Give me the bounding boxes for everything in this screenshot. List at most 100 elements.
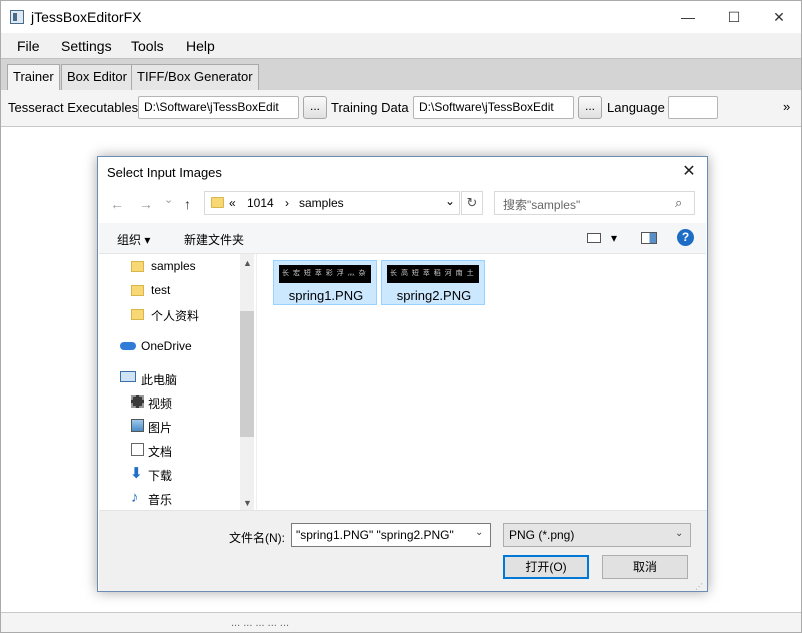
- file-list[interactable]: 长 宏 短 萃 彩 浮 灬 杂 spring1.PNG 长 高 短 萃 稻 河 …: [256, 254, 707, 510]
- nav-item-pictures[interactable]: 图片: [99, 416, 239, 438]
- nav-item-videos[interactable]: 视频: [99, 392, 239, 414]
- search-icon[interactable]: ⌕: [675, 195, 682, 211]
- status-bar: ... ... ... ... ...: [1, 612, 801, 632]
- language-field[interactable]: [668, 96, 718, 119]
- cloud-icon: [120, 342, 136, 350]
- address-overflow-icon[interactable]: «: [229, 196, 236, 210]
- scroll-down-icon[interactable]: ▼: [243, 498, 252, 508]
- file-name: spring1.PNG: [288, 288, 364, 303]
- address-bar[interactable]: « 1014 › samples ⌄: [204, 191, 460, 215]
- nav-item-music[interactable]: ♪ 音乐: [99, 488, 239, 510]
- dialog-title: Select Input Images: [107, 165, 222, 180]
- maximize-button[interactable]: ☐: [711, 1, 757, 33]
- computer-icon: [120, 371, 136, 382]
- nav-item-label: 个人资料: [151, 309, 200, 323]
- view-mode-dropdown-icon[interactable]: ▾: [611, 231, 617, 245]
- close-button[interactable]: ✕: [756, 1, 802, 33]
- browse-training-data-button[interactable]: ...: [578, 96, 602, 119]
- nav-item-label: 此电脑: [141, 373, 178, 387]
- search-input[interactable]: 搜索"samples" ⌕: [494, 191, 695, 215]
- nav-item-onedrive[interactable]: OneDrive: [99, 336, 239, 358]
- dialog-footer: 文件名(N): "spring1.PNG" "spring2.PNG" ⌄ PN…: [99, 510, 707, 591]
- minimize-button[interactable]: —: [665, 1, 711, 33]
- image-thumbnail: 长 宏 短 萃 彩 浮 灬 杂: [279, 265, 371, 283]
- cancel-button[interactable]: 取消: [602, 555, 688, 579]
- search-placeholder: 搜索"samples": [503, 198, 581, 212]
- menu-bar: File Settings Tools Help: [1, 33, 801, 58]
- file-type-dropdown-icon[interactable]: ⌄: [675, 528, 683, 539]
- back-arrow-icon[interactable]: ←: [110, 196, 124, 212]
- toolbar-overflow-icon[interactable]: »: [783, 99, 790, 114]
- refresh-icon[interactable]: ↻: [461, 191, 483, 215]
- breadcrumb-separator-icon: ›: [285, 196, 289, 210]
- address-dropdown-icon[interactable]: ⌄: [445, 194, 455, 208]
- command-bar: 组织 ▾ 新建文件夹 ▾ ?: [99, 223, 706, 254]
- scroll-up-icon[interactable]: ▲: [243, 258, 252, 268]
- download-icon: ⬇: [130, 465, 143, 482]
- music-icon: ♪: [131, 489, 139, 506]
- file-item-spring2[interactable]: 长 高 短 萃 稻 河 南 土 spring2.PNG: [381, 260, 485, 305]
- menu-settings[interactable]: Settings: [61, 38, 112, 54]
- nav-scrollbar[interactable]: ▲ ▼: [240, 254, 254, 510]
- filename-label: 文件名(N):: [229, 531, 285, 545]
- file-item-spring1[interactable]: 长 宏 短 萃 彩 浮 灬 杂 spring1.PNG: [273, 260, 377, 305]
- app-icon: [10, 10, 24, 24]
- folder-icon: [131, 261, 144, 272]
- file-type-select[interactable]: PNG (*.png): [503, 523, 691, 547]
- tab-bar: Trainer Box Editor TIFF/Box Generator: [1, 58, 801, 90]
- menu-file[interactable]: File: [17, 38, 40, 54]
- browse-executables-button[interactable]: ...: [303, 96, 327, 119]
- nav-item-personal[interactable]: 个人资料: [99, 304, 239, 326]
- forward-arrow-icon[interactable]: →: [139, 196, 153, 212]
- tab-box-editor[interactable]: Box Editor: [61, 64, 133, 90]
- folder-icon: [211, 197, 224, 208]
- folder-icon: [131, 285, 144, 296]
- nav-item-test[interactable]: test: [99, 280, 239, 302]
- breadcrumb-samples[interactable]: samples: [299, 196, 344, 210]
- trainer-toolbar: Tesseract Executables D:\Software\jTessB…: [1, 90, 801, 127]
- help-icon[interactable]: ?: [677, 229, 694, 246]
- breadcrumb-1014[interactable]: 1014: [247, 196, 274, 210]
- dialog-close-icon[interactable]: ✕: [676, 161, 702, 183]
- resize-grip-icon[interactable]: ⋰: [695, 582, 703, 591]
- up-arrow-icon[interactable]: ↑: [184, 196, 191, 212]
- preview-pane-icon[interactable]: [641, 232, 657, 244]
- tab-trainer[interactable]: Trainer: [7, 64, 60, 90]
- tab-tiff-box-generator[interactable]: TIFF/Box Generator: [131, 64, 259, 90]
- new-folder-button[interactable]: 新建文件夹: [184, 231, 244, 248]
- nav-item-this-pc[interactable]: 此电脑: [99, 368, 239, 390]
- video-icon: [131, 395, 144, 408]
- window-title: jTessBoxEditorFX: [31, 9, 142, 25]
- nav-item-label: 视频: [148, 397, 173, 411]
- menu-help[interactable]: Help: [186, 38, 215, 54]
- menu-tools[interactable]: Tools: [131, 38, 164, 54]
- nav-item-downloads[interactable]: ⬇ 下载: [99, 464, 239, 486]
- navigation-pane: samples test 个人资料 OneDrive 此电脑 视频 图片 文档: [99, 254, 256, 510]
- nav-item-label: test: [151, 283, 171, 297]
- picture-icon: [131, 419, 144, 432]
- nav-item-samples[interactable]: samples: [99, 256, 239, 278]
- training-data-label: Training Data: [331, 100, 409, 115]
- title-bar: jTessBoxEditorFX — ☐ ✕: [1, 1, 801, 33]
- tesseract-executables-field[interactable]: D:\Software\jTessBoxEdit: [138, 96, 299, 119]
- nav-item-label: 文档: [148, 445, 173, 459]
- nav-item-label: 下载: [148, 469, 173, 483]
- image-thumbnail: 长 高 短 萃 稻 河 南 土: [387, 265, 479, 283]
- open-button[interactable]: 打开(O): [503, 555, 589, 579]
- training-data-field[interactable]: D:\Software\jTessBoxEdit: [413, 96, 574, 119]
- folder-icon: [131, 309, 144, 320]
- file-name: spring2.PNG: [396, 288, 472, 303]
- nav-item-documents[interactable]: 文档: [99, 440, 239, 462]
- filename-dropdown-icon[interactable]: ⌄: [475, 527, 483, 538]
- nav-item-label: 音乐: [148, 493, 173, 507]
- nav-item-label: samples: [151, 259, 196, 273]
- language-label: Language: [607, 100, 665, 115]
- nav-item-label: OneDrive: [141, 339, 192, 353]
- scroll-thumb[interactable]: [240, 311, 254, 437]
- filename-field[interactable]: "spring1.PNG" "spring2.PNG": [291, 523, 491, 547]
- organize-button[interactable]: 组织 ▾: [117, 231, 150, 248]
- view-mode-icon[interactable]: [587, 233, 601, 243]
- tesseract-executables-label: Tesseract Executables: [8, 100, 139, 115]
- nav-item-label: 图片: [148, 421, 173, 435]
- recent-locations-dropdown-icon[interactable]: ⌄: [164, 193, 173, 206]
